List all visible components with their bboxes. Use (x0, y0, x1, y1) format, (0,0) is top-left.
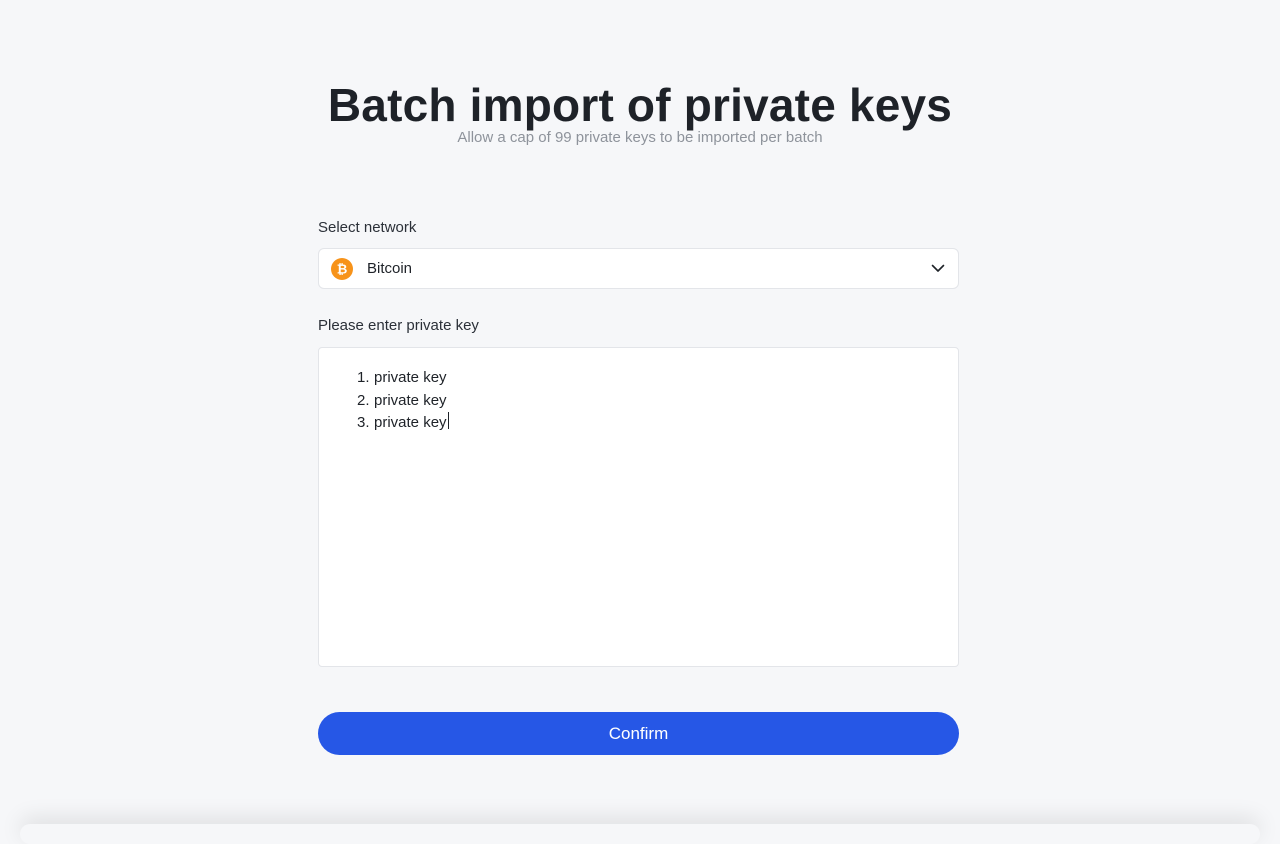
batch-import-page: Batch import of private keys Allow a cap… (0, 0, 1280, 844)
text-caret (447, 412, 449, 429)
private-key-line: 1. private key (357, 367, 958, 390)
line-number: 2. (357, 391, 370, 409)
chevron-down-icon[interactable] (930, 261, 946, 277)
private-key-line: 2. private key (357, 390, 958, 413)
selected-network: Bitcoin (367, 260, 413, 277)
private-key-line: 3. private key (357, 412, 958, 435)
private-key-label: Please enter private key (318, 317, 479, 334)
page-title: Batch import of private keys (327, 79, 953, 131)
page-subtitle: Allow a cap of 99 private keys to be imp… (457, 129, 823, 146)
page-header: Batch import of private keys Allow a cap… (0, 78, 1280, 148)
svg-text:₿: ₿ (337, 262, 348, 276)
line-number: 3. (357, 414, 370, 431)
confirm-button[interactable]: Confirm (318, 712, 959, 755)
import-form: Select network ₿ Bitcoin Please enter pr… (318, 218, 959, 667)
line-text: private key (374, 414, 447, 431)
bitcoin-icon: ₿ (331, 257, 353, 280)
line-text: private key (374, 369, 447, 386)
private-key-list: 1. private key 2. private key 3. private… (357, 367, 958, 435)
line-text: private key (374, 391, 447, 409)
private-key-textarea[interactable]: 1. private key 2. private key 3. private… (318, 347, 959, 667)
network-select[interactable]: ₿ Bitcoin (318, 248, 959, 289)
bottom-panel-edge (20, 824, 1260, 844)
select-network-label: Select network (318, 219, 417, 236)
line-number: 1. (357, 369, 370, 386)
